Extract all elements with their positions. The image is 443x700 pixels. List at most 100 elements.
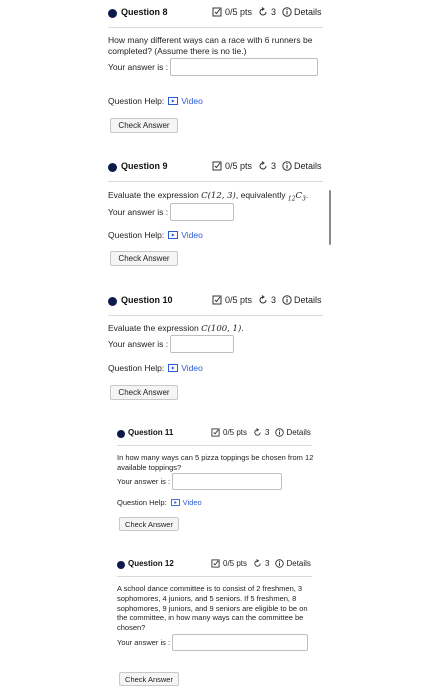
info-icon <box>282 161 292 171</box>
check-answer-button[interactable]: Check Answer <box>119 517 179 531</box>
points-checkbox-icon <box>212 161 222 171</box>
question-meta: 0/5 pts 3 Details <box>211 559 311 568</box>
question-meta: 0/5 pts 3 Details <box>212 7 322 17</box>
details-label: Details <box>294 161 322 171</box>
answer-label: Your answer is : <box>108 339 169 349</box>
check-answer-button[interactable]: Check Answer <box>110 118 178 133</box>
retries-count: 3 <box>271 7 277 17</box>
help-label: Question Help: <box>108 363 165 373</box>
details-label: Details <box>286 559 311 568</box>
question-header: Question 9 0/5 pts 3 Details <box>108 160 323 176</box>
check-answer-button[interactable]: Check Answer <box>119 672 179 686</box>
answer-input[interactable] <box>172 473 283 490</box>
points-text: 0/5 pts <box>225 161 253 171</box>
answer-row: Your answer is : <box>108 58 319 76</box>
question-divider <box>117 576 312 577</box>
question-bullet-icon <box>117 561 125 569</box>
details-button[interactable]: Details <box>282 295 322 305</box>
video-icon <box>168 97 179 105</box>
question-divider <box>108 315 323 316</box>
points-checkbox-icon <box>211 428 220 437</box>
math-expression-alt: 12C3 <box>287 191 306 203</box>
question-bullet-icon <box>108 9 117 18</box>
answer-row: Your answer is : <box>108 203 235 221</box>
details-label: Details <box>294 295 322 305</box>
video-label: Video <box>181 363 203 373</box>
question-bullet-icon <box>108 163 117 172</box>
retry-icon <box>259 295 267 304</box>
question-meta: 0/5 pts 3 Details <box>212 295 322 305</box>
answer-input[interactable] <box>172 634 309 651</box>
answer-row: Your answer is : <box>117 473 283 490</box>
details-label: Details <box>294 7 322 17</box>
question-help: Question Help: Video <box>117 498 202 507</box>
points-checkbox-icon <box>212 7 222 17</box>
question-title: Question 8 <box>121 7 168 17</box>
answer-input[interactable] <box>170 335 235 353</box>
answer-label: Your answer is : <box>117 477 171 486</box>
retries-count: 3 <box>271 295 277 305</box>
check-answer-button[interactable]: Check Answer <box>110 251 178 266</box>
info-icon <box>275 428 285 437</box>
details-button[interactable]: Details <box>275 428 311 437</box>
video-icon <box>168 231 179 239</box>
points-text: 0/5 pts <box>225 7 253 17</box>
scrollbar[interactable] <box>329 190 331 245</box>
question-11: Question 11 0/5 pts 3 Details In how man… <box>117 427 313 531</box>
video-icon <box>168 364 179 372</box>
video-label: Video <box>182 498 202 507</box>
question-prompt: A school dance committee is to consist o… <box>117 584 308 632</box>
question-divider <box>108 181 323 182</box>
question-title: Question 10 <box>121 295 173 305</box>
details-label: Details <box>286 428 311 437</box>
answer-label: Your answer is : <box>108 62 169 72</box>
answer-row: Your answer is : <box>108 335 235 353</box>
question-help: Question Help: Video <box>108 363 203 373</box>
question-meta: 0/5 pts 3 Details <box>212 161 322 171</box>
question-8: Question 8 0/5 pts 3 Details How many di… <box>108 6 323 133</box>
points-checkbox-icon <box>211 559 220 568</box>
video-link[interactable]: Video <box>168 230 203 240</box>
question-bullet-icon <box>108 297 117 306</box>
check-answer-button[interactable]: Check Answer <box>110 385 178 400</box>
info-icon <box>282 7 292 17</box>
answer-row: Your answer is : <box>117 634 309 651</box>
math-expression: C(100, 1) <box>201 324 242 334</box>
question-prompt: Evaluate the expression C(12, 3), equiva… <box>108 190 309 203</box>
details-button[interactable]: Details <box>282 7 322 17</box>
question-12: Question 12 0/5 pts 3 Details A school d… <box>117 558 312 686</box>
video-link[interactable]: Video <box>170 498 202 507</box>
answer-input[interactable] <box>170 203 235 221</box>
question-9: Question 9 0/5 pts 3 Details Evaluate th… <box>108 160 323 266</box>
retry-icon <box>254 428 261 436</box>
video-icon <box>170 499 180 506</box>
question-help: Question Help: Video <box>108 230 203 240</box>
help-label: Question Help: <box>108 96 165 106</box>
question-prompt: In how many ways can 5 pizza toppings be… <box>117 453 314 472</box>
points-text: 0/5 pts <box>223 428 248 437</box>
points-text: 0/5 pts <box>225 295 253 305</box>
answer-label: Your answer is : <box>117 638 171 647</box>
question-title: Question 12 <box>128 559 174 568</box>
question-bullet-icon <box>117 430 125 438</box>
video-link[interactable]: Video <box>168 96 203 106</box>
retries-count: 3 <box>271 161 277 171</box>
help-label: Question Help: <box>117 498 167 507</box>
question-divider <box>117 445 312 446</box>
video-link[interactable]: Video <box>168 363 203 373</box>
info-icon <box>282 295 292 305</box>
details-button[interactable]: Details <box>275 559 311 568</box>
points-text: 0/5 pts <box>223 559 248 568</box>
question-header: Question 12 0/5 pts 3 Details <box>117 558 312 574</box>
details-button[interactable]: Details <box>282 161 322 171</box>
answer-input[interactable] <box>170 58 319 76</box>
retry-icon <box>254 559 261 567</box>
question-header: Question 11 0/5 pts 3 Details <box>117 427 312 443</box>
question-prompt: Evaluate the expression C(100, 1). <box>108 323 244 334</box>
help-label: Question Help: <box>108 230 165 240</box>
points-checkbox-icon <box>212 295 222 305</box>
retry-icon <box>259 7 267 16</box>
retries-count: 3 <box>265 428 270 437</box>
math-expression: C(12, 3) <box>201 191 236 201</box>
video-label: Video <box>181 230 203 240</box>
